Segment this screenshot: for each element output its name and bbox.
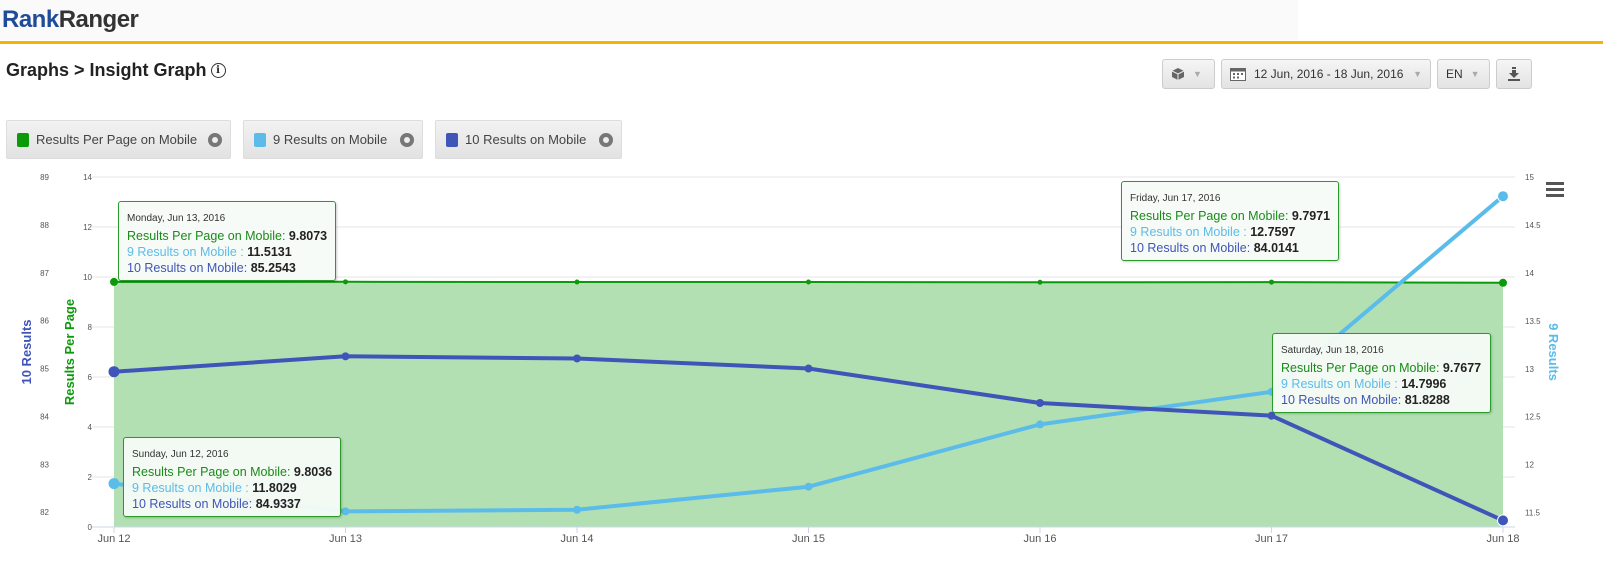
y-tick-label-10-results: 86 — [40, 317, 49, 326]
x-tick-label: Jun 17 — [1255, 533, 1288, 545]
data-point-9-results-on-mobile — [573, 505, 581, 514]
y-tick-label-9-results: 13.5 — [1525, 317, 1541, 326]
data-point-results-per-page — [343, 279, 348, 285]
x-tick-label: Jun 16 — [1023, 533, 1056, 545]
y-tick-label-10-results: 85 — [40, 365, 49, 374]
chevron-down-icon: ▼ — [1193, 69, 1202, 79]
y-tick-label-9-results: 11.5 — [1525, 509, 1541, 518]
chevron-down-icon: ▼ — [1470, 69, 1480, 79]
download-icon — [1508, 67, 1520, 81]
info-icon[interactable]: i — [210, 63, 226, 78]
y-tick-label-9-results: 14.5 — [1525, 221, 1541, 230]
y-tick-label-10-results: 82 — [40, 508, 49, 517]
y-axis-title-9-results: 9 Results — [1546, 323, 1561, 381]
y-tick-label-10-results: 89 — [40, 173, 49, 182]
y-tick-label-9-results: 13 — [1525, 365, 1534, 374]
x-tick-label: Jun 14 — [560, 533, 593, 545]
data-point-9-results-on-mobile — [108, 478, 120, 490]
tooltip-jun17: Friday, Jun 17, 2016 Results Per Page on… — [1121, 181, 1339, 261]
data-point-10-results-on-mobile — [341, 352, 350, 361]
cube-icon — [1171, 68, 1185, 80]
data-point-results-per-page — [1499, 278, 1507, 287]
y-tick-label-rpp: 12 — [83, 223, 92, 232]
data-point-10-results-on-mobile — [1036, 398, 1044, 407]
gear-icon[interactable] — [208, 132, 222, 147]
x-tick-label: Jun 15 — [792, 533, 825, 545]
gear-icon[interactable] — [599, 132, 613, 147]
logo[interactable]: RankRanger — [2, 6, 139, 34]
legend-item-results-per-page[interactable]: Results Per Page on Mobile — [6, 120, 231, 159]
tooltip-jun13: Monday, Jun 13, 2016 Results Per Page on… — [118, 201, 336, 281]
chart-legend: Results Per Page on Mobile 9 Results on … — [6, 120, 622, 159]
series-line-results-per-page — [113, 280, 1504, 284]
y-tick-label-10-results: 84 — [40, 412, 49, 421]
data-point-10-results-on-mobile — [804, 364, 813, 373]
legend-swatch — [446, 132, 458, 147]
data-point-9-results-on-mobile — [1036, 420, 1044, 429]
y-tick-label-rpp: 0 — [88, 523, 93, 532]
y-axis-title-rpp: Results Per Page — [62, 299, 77, 405]
y-tick-label-9-results: 15 — [1525, 173, 1534, 182]
data-point-10-results-on-mobile — [108, 366, 120, 378]
tooltip-jun12: Sunday, Jun 12, 2016 Results Per Page on… — [123, 437, 341, 517]
chart-menu-icon[interactable] — [1546, 182, 1564, 200]
data-point-9-results-on-mobile — [341, 507, 350, 516]
date-range-picker[interactable]: 12 Jun, 2016 - 18 Jun, 2016 ▼ — [1221, 59, 1431, 89]
data-point-10-results-on-mobile — [573, 354, 581, 363]
y-tick-label-rpp: 2 — [88, 473, 93, 482]
legend-swatch — [254, 132, 266, 147]
legend-item-9-results[interactable]: 9 Results on Mobile — [243, 120, 423, 159]
y-tick-label-9-results: 14 — [1525, 269, 1534, 278]
y-tick-label-rpp: 4 — [88, 423, 93, 432]
y-tick-label-rpp: 8 — [88, 323, 93, 332]
calendar-icon — [1230, 67, 1246, 81]
legend-swatch — [17, 132, 29, 147]
data-point-9-results-on-mobile — [804, 482, 813, 491]
data-point-results-per-page — [110, 277, 118, 286]
chevron-down-icon: ▼ — [1413, 69, 1422, 79]
y-axis-title-10-results: 10 Results — [19, 319, 34, 384]
data-point-results-per-page — [806, 279, 811, 285]
top-bar: RankRanger — [0, 0, 1603, 44]
y-tick-label-10-results: 88 — [40, 221, 49, 230]
data-point-9-results-on-mobile — [1497, 190, 1509, 203]
y-tick-label-10-results: 83 — [40, 460, 49, 469]
breadcrumb: Graphs > Insight Graph — [6, 60, 207, 80]
page-title: Graphs > Insight Graph i — [6, 60, 226, 81]
language-selector[interactable]: EN ▼ — [1437, 59, 1490, 89]
x-tick-label: Jun 12 — [97, 533, 130, 545]
legend-item-10-results[interactable]: 10 Results on Mobile — [435, 120, 622, 159]
x-tick-label: Jun 18 — [1486, 533, 1519, 545]
data-point-results-per-page — [1037, 279, 1043, 285]
y-tick-label-rpp: 14 — [83, 173, 92, 182]
tooltip-jun18: Saturday, Jun 18, 2016 Results Per Page … — [1272, 333, 1491, 413]
download-button[interactable] — [1496, 59, 1532, 89]
x-tick-label: Jun 13 — [329, 533, 362, 545]
toolbar: ▼ 12 Jun, 2016 - 18 Jun, 2016 ▼ EN ▼ — [1162, 59, 1532, 89]
gear-icon[interactable] — [400, 132, 414, 147]
y-tick-label-10-results: 87 — [40, 269, 49, 278]
y-tick-label-rpp: 6 — [88, 373, 93, 382]
y-tick-label-9-results: 12 — [1525, 461, 1534, 470]
y-tick-label-9-results: 12.5 — [1525, 413, 1541, 422]
data-point-10-results-on-mobile — [1497, 514, 1509, 527]
view-selector-button[interactable]: ▼ — [1162, 59, 1215, 89]
data-point-results-per-page — [574, 279, 580, 285]
data-point-results-per-page — [1269, 279, 1274, 285]
y-tick-label-rpp: 10 — [83, 273, 92, 282]
date-range-value: 12 Jun, 2016 - 18 Jun, 2016 — [1254, 67, 1404, 81]
